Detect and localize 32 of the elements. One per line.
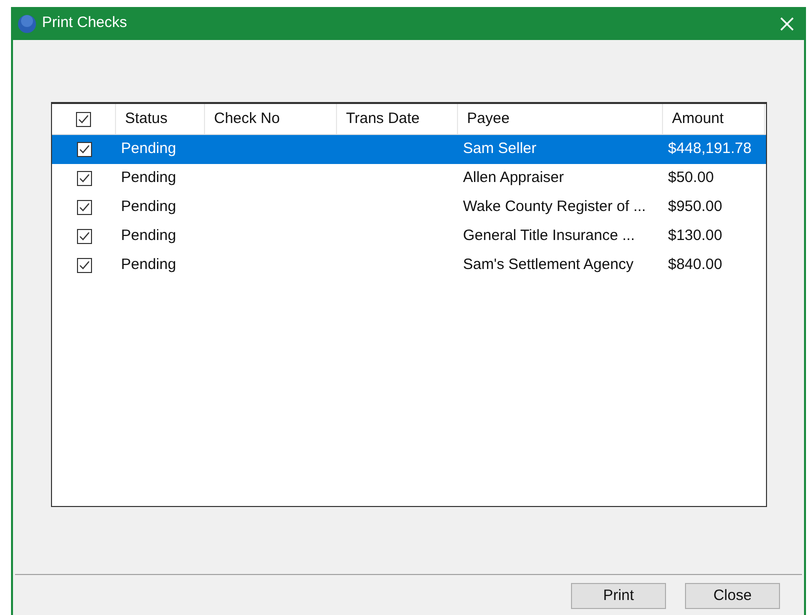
checkbox[interactable] (76, 229, 92, 244)
table-cell: $130.00 (668, 227, 722, 244)
table-cell: Pending (121, 256, 176, 274)
table-row[interactable]: Pending Sam Seller $448,191.78 (52, 135, 766, 164)
checkbox[interactable] (76, 200, 92, 215)
table-cell: Sam Seller (463, 140, 536, 158)
table-cell: Pending (121, 140, 176, 158)
table-cell: $50.00 (668, 169, 714, 186)
dialog-button[interactable]: Print (571, 583, 666, 609)
column-header[interactable]: Trans Date (346, 108, 420, 130)
close-icon[interactable] (780, 16, 794, 30)
checkbox[interactable] (76, 258, 92, 273)
table-cell: $448,191.78 (668, 140, 752, 158)
table-cell: $840.00 (668, 256, 722, 274)
checkbox[interactable] (76, 171, 92, 186)
column-header[interactable]: Payee (467, 108, 510, 130)
checkbox[interactable] (76, 142, 92, 157)
table-cell: Wake County Register of ... (463, 198, 646, 216)
app-logo-icon (18, 14, 36, 32)
table-cell: Pending (121, 169, 176, 186)
table-cell: Pending (121, 198, 176, 216)
column-header[interactable]: Amount (672, 108, 724, 130)
column-header[interactable]: Check No (214, 108, 280, 130)
checkbox[interactable] (76, 112, 91, 126)
column-header[interactable]: Status (125, 108, 168, 130)
table-cell: $950.00 (668, 198, 722, 216)
dialog-button[interactable]: Close (685, 583, 780, 609)
table-cell: Pending (121, 227, 176, 244)
table-cell: Allen Appraiser (463, 169, 564, 186)
table-cell: Sam's Settlement Agency (463, 256, 634, 274)
window-title: Print Checks (42, 13, 128, 34)
table-cell: General Title Insurance ... (463, 227, 635, 244)
